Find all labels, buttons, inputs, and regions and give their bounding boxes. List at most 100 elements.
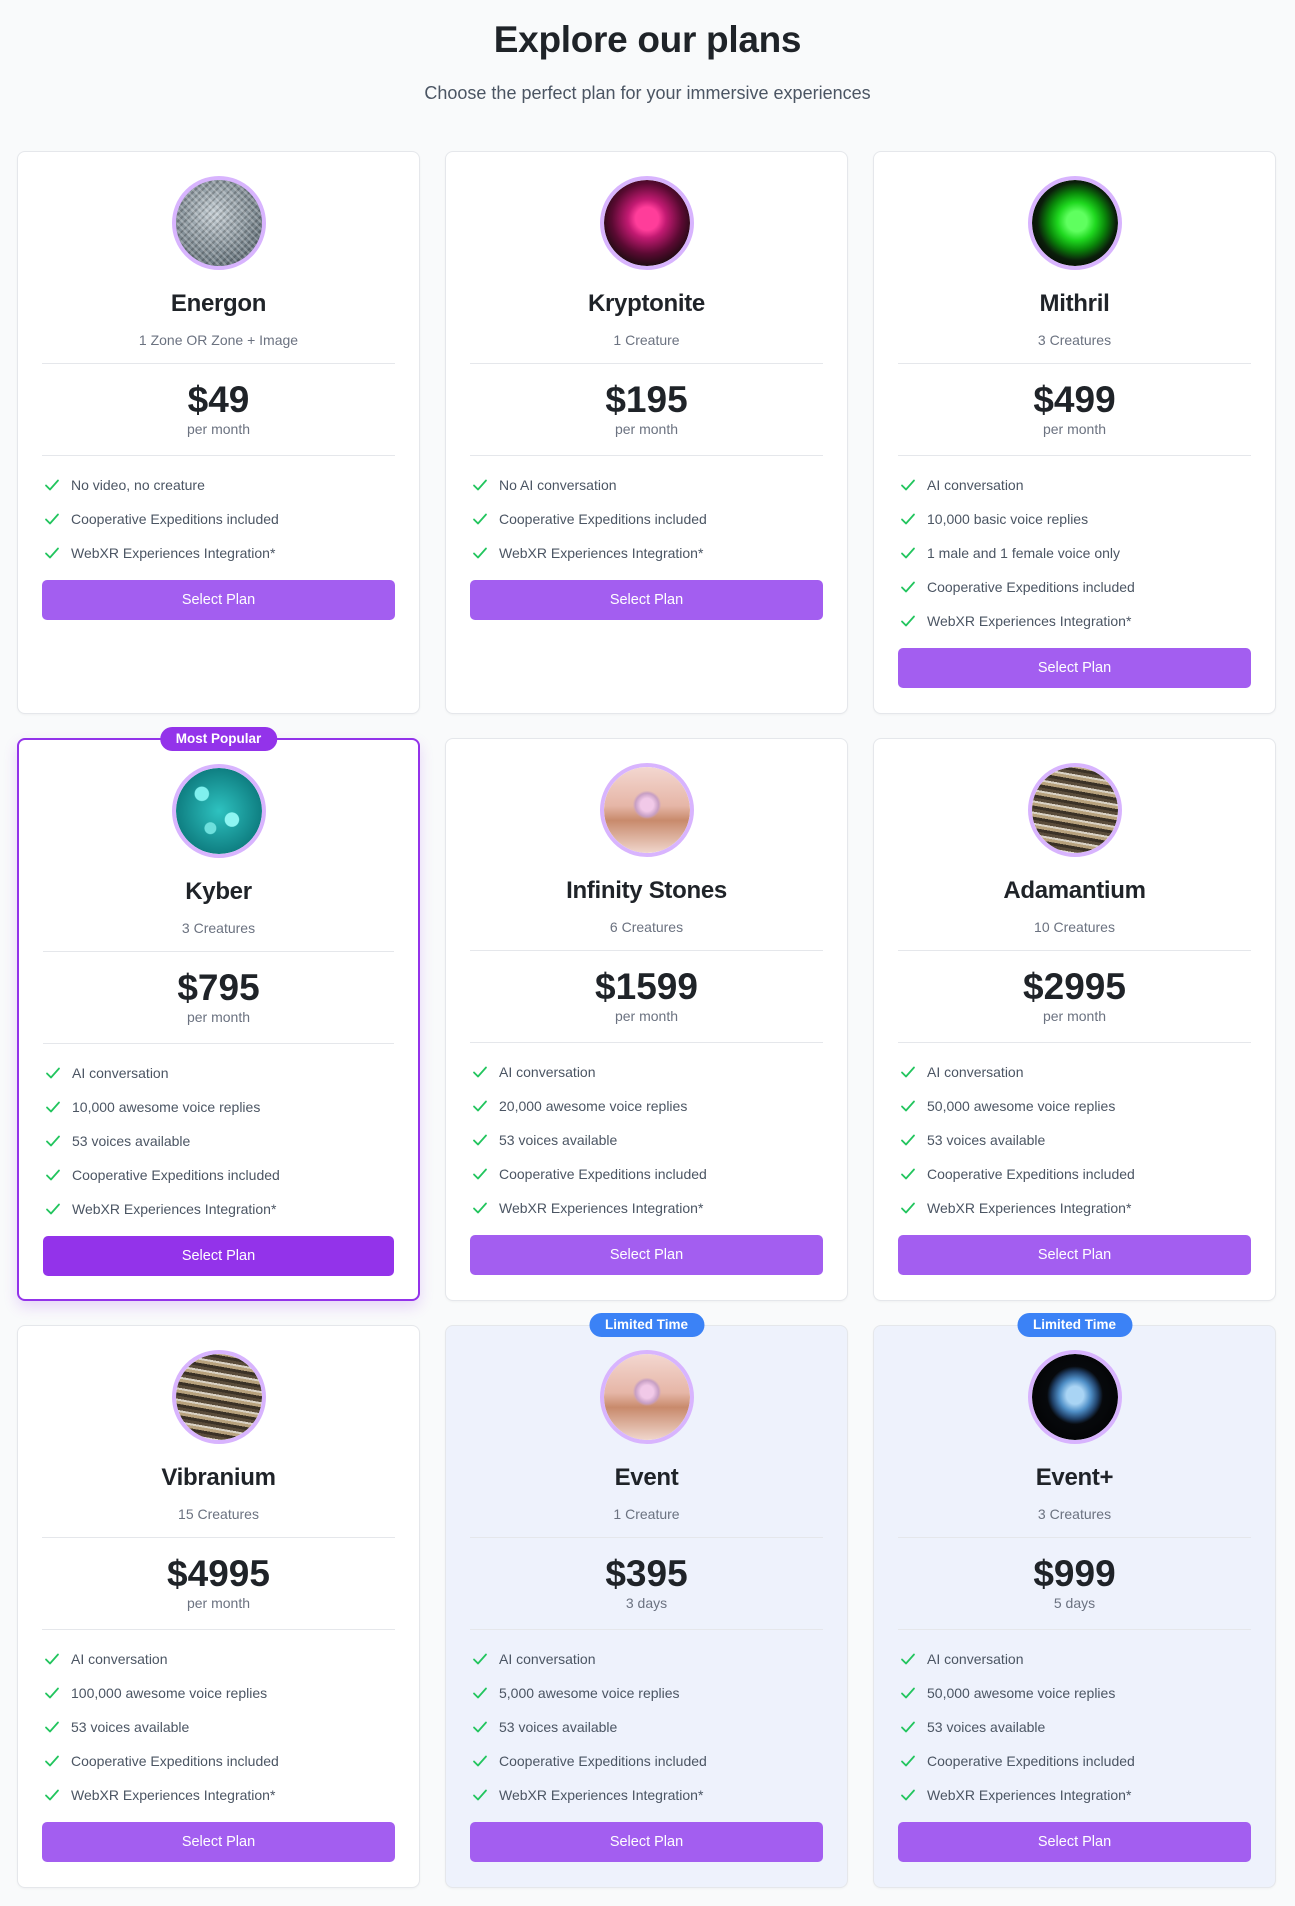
check-icon: [901, 1134, 915, 1146]
feature-item: 100,000 awesome voice replies: [42, 1676, 395, 1710]
plan-name: Adamantium: [1003, 877, 1146, 904]
feature-item: 53 voices available: [898, 1123, 1251, 1157]
check-icon: [901, 1721, 915, 1733]
feature-list: AI conversation 10,000 basic voice repli…: [898, 468, 1251, 638]
feature-item: Cooperative Expeditions included: [898, 570, 1251, 604]
select-plan-button-adamantium[interactable]: Select Plan: [898, 1235, 1251, 1275]
check-icon: [473, 1202, 487, 1214]
divider: [43, 1043, 394, 1044]
feature-text: AI conversation: [927, 1064, 1024, 1080]
select-plan-button-vibranium[interactable]: Select Plan: [42, 1822, 395, 1862]
select-plan-button-event[interactable]: Select Plan: [470, 1822, 823, 1862]
plan-name: Event: [614, 1464, 679, 1491]
plan-subtitle: 3 Creatures: [1037, 332, 1112, 348]
feature-text: 53 voices available: [927, 1719, 1046, 1735]
check-icon: [901, 581, 915, 593]
divider: [898, 455, 1251, 456]
select-plan-button-infinity-stones[interactable]: Select Plan: [470, 1235, 823, 1275]
check-icon: [473, 1789, 487, 1801]
divider: [470, 950, 823, 951]
feature-text: WebXR Experiences Integration*: [499, 1200, 704, 1216]
feature-item: Cooperative Expeditions included: [42, 1744, 395, 1778]
check-icon: [46, 1169, 60, 1181]
feature-text: 53 voices available: [72, 1133, 191, 1149]
feature-text: WebXR Experiences Integration*: [927, 1787, 1132, 1803]
select-plan-button-kryptonite[interactable]: Select Plan: [470, 580, 823, 620]
plan-subtitle: 6 Creatures: [609, 919, 684, 935]
select-plan-button-event-plus[interactable]: Select Plan: [898, 1822, 1251, 1862]
plans-grid: Energon 1 Zone OR Zone + Image $49 per m…: [17, 151, 1276, 1888]
plan-subtitle: 3 Creatures: [181, 920, 256, 936]
plan-period: 5 days: [1053, 1595, 1096, 1611]
plan-price: $195: [605, 379, 688, 420]
check-icon: [46, 1067, 60, 1079]
check-icon: [473, 513, 487, 525]
plan-image-energon: [171, 176, 266, 270]
feature-text: WebXR Experiences Integration*: [71, 1787, 276, 1803]
most-popular-badge: Most Popular: [159, 727, 278, 751]
divider: [42, 1629, 395, 1630]
plan-card-event-plus: Limited Time Event+ 3 Creatures $999 5 d…: [873, 1313, 1276, 1888]
divider: [898, 1537, 1251, 1538]
feature-item: WebXR Experiences Integration*: [43, 1192, 394, 1226]
feature-item: WebXR Experiences Integration*: [470, 536, 823, 570]
plan-subtitle: 10 Creatures: [1034, 919, 1115, 935]
feature-text: 53 voices available: [499, 1719, 618, 1735]
check-icon: [901, 513, 915, 525]
feature-text: No AI conversation: [499, 477, 617, 493]
plan-card-event: Limited Time Event 1 Creature $395 3 day…: [445, 1313, 848, 1888]
divider: [470, 1629, 823, 1630]
plan-card-infinity-stones: Infinity Stones 6 Creatures $1599 per mo…: [445, 738, 848, 1301]
check-icon: [45, 1687, 59, 1699]
feature-text: Cooperative Expeditions included: [927, 1166, 1135, 1182]
feature-item: AI conversation: [470, 1055, 823, 1089]
feature-text: Cooperative Expeditions included: [71, 511, 279, 527]
feature-text: WebXR Experiences Integration*: [72, 1201, 277, 1217]
plan-image-kryptonite: [599, 176, 694, 270]
plan-card-kryptonite: Kryptonite 1 Creature $195 per month No …: [445, 151, 848, 714]
feature-text: Cooperative Expeditions included: [71, 1753, 279, 1769]
feature-item: 53 voices available: [898, 1710, 1251, 1744]
check-icon: [473, 1168, 487, 1180]
check-icon: [45, 513, 59, 525]
feature-text: 10,000 awesome voice replies: [72, 1099, 261, 1115]
feature-text: 1 male and 1 female voice only: [927, 545, 1120, 561]
select-plan-button-kyber[interactable]: Select Plan: [43, 1236, 394, 1276]
feature-list: No AI conversation Cooperative Expeditio…: [470, 468, 823, 570]
plan-subtitle: 1 Zone OR Zone + Image: [138, 332, 299, 348]
plan-period: per month: [614, 421, 679, 437]
check-icon: [45, 1721, 59, 1733]
feature-item: WebXR Experiences Integration*: [470, 1191, 823, 1225]
feature-text: WebXR Experiences Integration*: [499, 1787, 704, 1803]
feature-text: Cooperative Expeditions included: [499, 1753, 707, 1769]
select-plan-button-energon[interactable]: Select Plan: [42, 580, 395, 620]
select-plan-button-mithril[interactable]: Select Plan: [898, 648, 1251, 688]
feature-list: AI conversation 20,000 awesome voice rep…: [470, 1055, 823, 1225]
plan-image-infinity-stones: [599, 763, 694, 857]
feature-text: WebXR Experiences Integration*: [499, 545, 704, 561]
plan-period: per month: [1042, 421, 1107, 437]
feature-text: Cooperative Expeditions included: [499, 511, 707, 527]
feature-item: AI conversation: [42, 1642, 395, 1676]
divider: [42, 455, 395, 456]
feature-item: WebXR Experiences Integration*: [898, 1191, 1251, 1225]
feature-text: Cooperative Expeditions included: [499, 1166, 707, 1182]
feature-item: 53 voices available: [43, 1124, 394, 1158]
feature-text: 50,000 awesome voice replies: [927, 1685, 1116, 1701]
limited-time-badge: Limited Time: [588, 1313, 705, 1337]
feature-item: AI conversation: [898, 468, 1251, 502]
plan-subtitle: 3 Creatures: [1037, 1506, 1112, 1522]
feature-item: AI conversation: [898, 1642, 1251, 1676]
feature-text: 53 voices available: [71, 1719, 190, 1735]
feature-item: Cooperative Expeditions included: [43, 1158, 394, 1192]
plan-card-vibranium: Vibranium 15 Creatures $4995 per month A…: [17, 1325, 420, 1888]
feature-item: 50,000 awesome voice replies: [898, 1089, 1251, 1123]
feature-item: Cooperative Expeditions included: [898, 1744, 1251, 1778]
feature-text: No video, no creature: [71, 477, 205, 493]
plan-period: per month: [186, 421, 251, 437]
check-icon: [45, 547, 59, 559]
plan-name: Vibranium: [161, 1464, 276, 1491]
plan-image-event-plus: [1027, 1350, 1122, 1444]
check-icon: [46, 1101, 60, 1113]
check-icon: [473, 547, 487, 559]
